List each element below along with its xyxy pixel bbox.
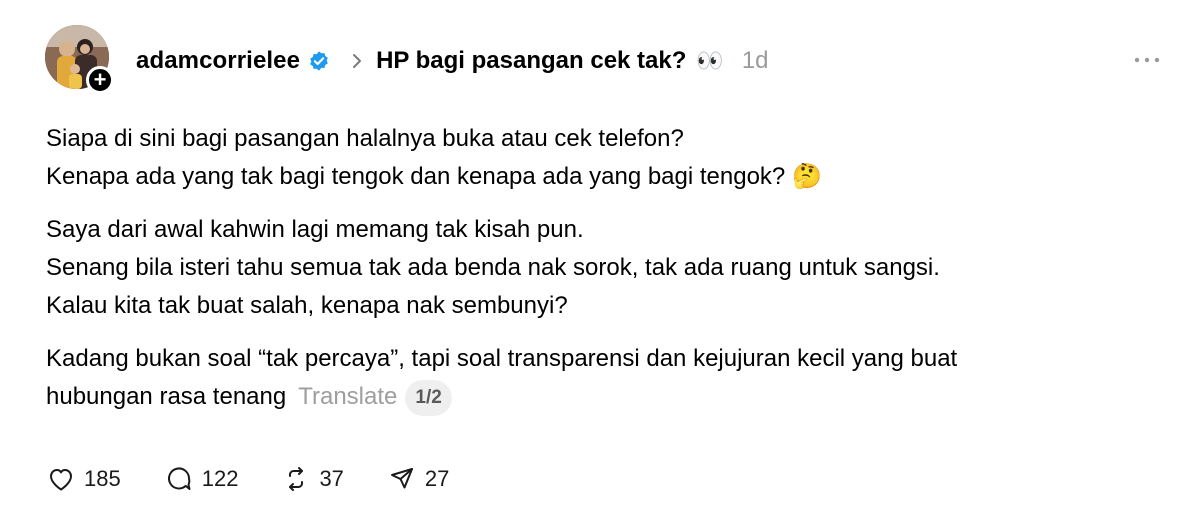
share-button[interactable]: 27 bbox=[387, 464, 449, 494]
chevron-right-icon bbox=[353, 54, 362, 68]
text-line: Kadang bukan soal “tak percaya”, tapi so… bbox=[46, 345, 958, 372]
repost-button[interactable]: 37 bbox=[281, 464, 344, 494]
send-icon bbox=[390, 468, 413, 489]
comment-icon bbox=[167, 467, 191, 490]
username-link[interactable]: adamcorrielee bbox=[136, 47, 300, 75]
thread-post: + adamcorrielee HP bagi pasangan cek tak… bbox=[0, 0, 1200, 505]
post-body: Siapa di sini bagi pasangan halalnya buk… bbox=[46, 120, 1176, 431]
paragraph-3: Kadang bukan soal “tak percaya”, tapi so… bbox=[46, 340, 1176, 416]
more-options-icon[interactable] bbox=[1132, 50, 1162, 70]
like-count: 185 bbox=[84, 466, 121, 491]
avatar-container[interactable]: + bbox=[45, 25, 117, 97]
text-line: hubungan rasa tenang Translate 1/2 bbox=[46, 378, 1176, 416]
text-line: Senang bila isteri tahu semua tak ada be… bbox=[46, 254, 940, 281]
action-bar: 185 122 37 27 bbox=[46, 464, 492, 494]
post-timestamp[interactable]: 1d bbox=[742, 47, 769, 75]
repost-count: 37 bbox=[319, 466, 344, 491]
topic-link[interactable]: HP bagi pasangan cek tak? bbox=[376, 47, 686, 75]
follow-plus-icon[interactable]: + bbox=[86, 66, 114, 94]
reply-count: 122 bbox=[201, 466, 239, 491]
thinking-emoji: 🤔 bbox=[791, 163, 822, 190]
translate-link[interactable]: Translate bbox=[298, 383, 397, 410]
heart-icon bbox=[50, 469, 72, 491]
like-button[interactable]: 185 bbox=[46, 464, 121, 494]
paragraph-1: Siapa di sini bagi pasangan halalnya buk… bbox=[46, 120, 1176, 196]
repost-icon bbox=[289, 467, 304, 491]
eyes-emoji: 👀 bbox=[696, 48, 724, 73]
text-line: Saya dari awal kahwin lagi memang tak ki… bbox=[46, 216, 584, 243]
share-count: 27 bbox=[424, 466, 450, 491]
post-header: adamcorrielee HP bagi pasangan cek tak? … bbox=[136, 43, 769, 79]
page-indicator[interactable]: 1/2 bbox=[405, 379, 452, 416]
text-line: Kenapa ada yang tak bagi tengok dan kena… bbox=[46, 163, 822, 190]
paragraph-2: Saya dari awal kahwin lagi memang tak ki… bbox=[46, 211, 1176, 325]
verified-badge-icon bbox=[310, 51, 328, 71]
text-line: Kalau kita tak buat salah, kenapa nak se… bbox=[46, 292, 568, 319]
text-line: Siapa di sini bagi pasangan halalnya buk… bbox=[46, 125, 684, 152]
reply-button[interactable]: 122 bbox=[164, 464, 239, 494]
